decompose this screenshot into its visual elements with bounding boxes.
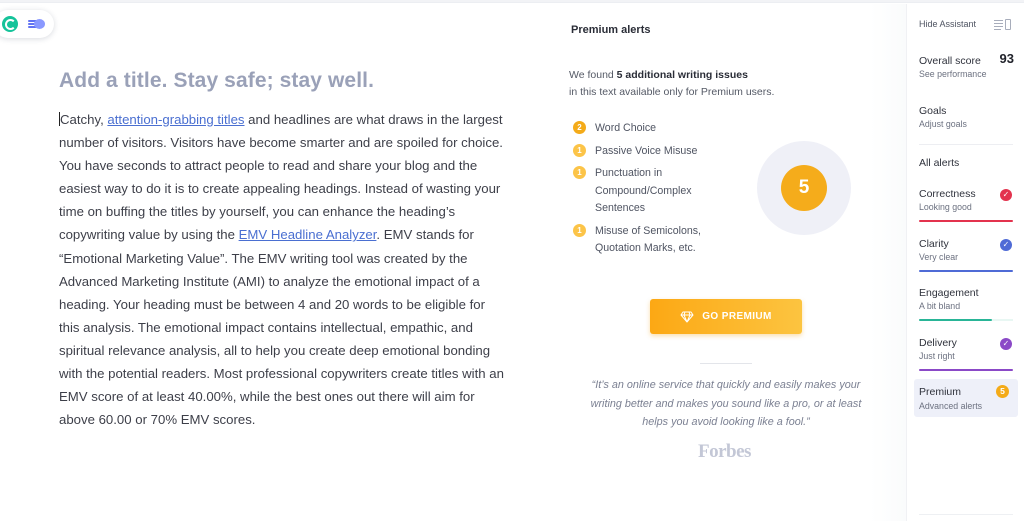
goals-label: Goals (919, 105, 947, 117)
premium-issue-list: 2 Word Choice 1 Passive Voice Misuse 1 P… (573, 120, 743, 263)
issue-count-badge: 1 (573, 143, 586, 157)
category-status: Very clear (919, 252, 959, 262)
category-clarity[interactable]: Clarity Very clear ✓ (919, 237, 1014, 275)
issue-item: 1 Passive Voice Misuse (573, 143, 743, 161)
category-progress-bar (919, 369, 1013, 371)
issues-count-text: 5 additional writing issues (616, 69, 748, 81)
category-title: Premium (919, 386, 962, 398)
category-progress-bar (919, 220, 1013, 222)
category-status: Just right (919, 351, 955, 361)
body-text: Catchy, (60, 112, 108, 127)
divider (700, 363, 752, 364)
category-status: A bit bland (919, 301, 961, 311)
panel-layout-icon[interactable] (994, 19, 1011, 30)
category-correctness[interactable]: Correctness Looking good ✓ (919, 187, 1014, 225)
premium-found-text: We found 5 additional writing issues in … (569, 69, 775, 98)
category-status: Advanced alerts (919, 401, 983, 411)
divider (919, 514, 1013, 515)
grammarly-logo-icon[interactable] (2, 16, 18, 32)
document-title[interactable]: Add a title. Stay safe; stay well. (59, 66, 509, 96)
category-status: Looking good (919, 202, 972, 212)
overall-score-item[interactable]: Overall score 93 See performance (919, 51, 1014, 81)
testimonial-quote: “It’s an online service that quickly and… (590, 379, 862, 428)
assistant-sidebar: Hide Assistant Overall score 93 See perf… (906, 4, 1024, 521)
category-progress-bar (919, 270, 1013, 272)
floating-toolbar (0, 10, 54, 38)
body-text: and headlines are what draws in the larg… (59, 112, 503, 243)
premium-alerts-heading: Premium alerts (571, 24, 651, 36)
goals-speed-icon[interactable] (28, 18, 48, 30)
go-premium-button[interactable]: GO PREMIUM (650, 299, 802, 334)
category-delivery[interactable]: Delivery Just right ✓ (919, 336, 1014, 374)
overall-score-value: 93 (999, 51, 1014, 66)
category-premium[interactable]: Premium Advanced alerts 5 (914, 379, 1018, 417)
body-text: . EMV stands for “Emotional Marketing Va… (59, 227, 504, 428)
go-premium-label: GO PREMIUM (702, 311, 772, 322)
total-issues-circle: 5 (757, 141, 851, 235)
forbes-logo: Forbes (698, 441, 751, 462)
total-issues-badge: 5 (781, 165, 827, 211)
goals-item[interactable]: Goals Adjust goals (919, 104, 1014, 131)
window-top-border (0, 0, 1024, 3)
issue-count-badge: 1 (573, 223, 586, 237)
issue-label: Word Choice (595, 122, 657, 134)
issue-item: 1 Misuse of Semicolons, Quotation Marks,… (573, 223, 743, 258)
issue-label: Passive Voice Misuse (595, 144, 698, 157)
issue-item: 2 Word Choice (573, 120, 743, 138)
issue-count-badge: 1 (573, 166, 586, 179)
premium-count-badge: 5 (996, 385, 1009, 398)
issue-count-badge: 2 (573, 121, 586, 134)
document-editor[interactable]: Add a title. Stay safe; stay well. Catch… (59, 66, 509, 431)
link-attention-grabbing-titles[interactable]: attention-grabbing titles (107, 112, 244, 127)
sidebar-shadow (870, 4, 906, 521)
premium-alerts-panel: Premium alerts We found 5 additional wri… (553, 4, 903, 521)
link-emv-headline-analyzer[interactable]: EMV Headline Analyzer (239, 227, 377, 242)
issue-label: Punctuation in Compound/Complex Sentence… (595, 167, 692, 214)
adjust-goals-link[interactable]: Adjust goals (919, 118, 1014, 131)
category-title: Engagement (919, 287, 979, 299)
divider (919, 144, 1013, 145)
check-icon: ✓ (1000, 189, 1012, 201)
category-engagement[interactable]: Engagement A bit bland (919, 286, 1014, 324)
document-body[interactable]: Catchy, attention-grabbing titles and he… (59, 108, 509, 431)
issue-label: Misuse of Semicolons, Quotation Marks, e… (595, 224, 701, 255)
hide-assistant-button[interactable]: Hide Assistant (919, 19, 976, 29)
issue-item: 1 Punctuation in Compound/Complex Senten… (573, 165, 743, 218)
check-icon: ✓ (1000, 338, 1012, 350)
all-alerts-heading[interactable]: All alerts (919, 157, 959, 169)
see-performance-link[interactable]: See performance (919, 68, 1014, 81)
check-icon: ✓ (1000, 239, 1012, 251)
diamond-icon (680, 311, 694, 322)
category-progress-bar (919, 319, 993, 321)
